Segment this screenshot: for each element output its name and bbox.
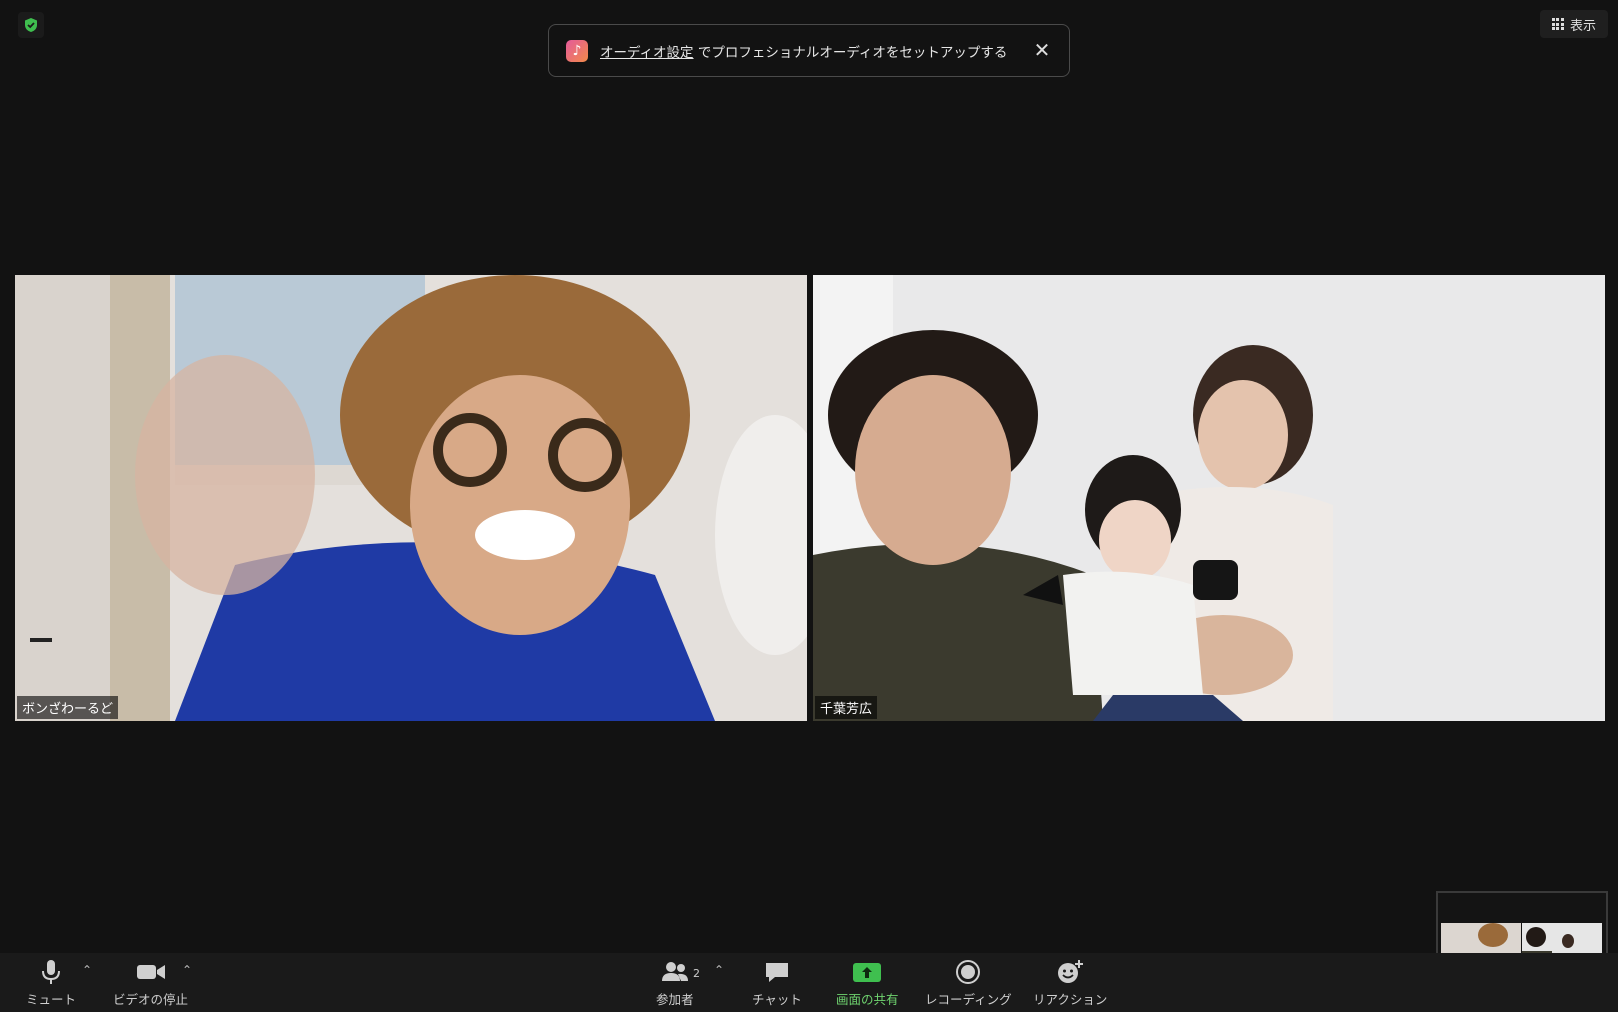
share-screen-label: 画面の共有 [836, 992, 899, 1007]
view-button[interactable]: 表示 [1539, 10, 1608, 38]
reactions-label: リアクション [1033, 992, 1108, 1007]
participant-name-1: ボンざわーるど [17, 696, 119, 719]
add-reaction-icon [1058, 960, 1084, 983]
participants-chevron-up-icon[interactable]: ⌃ [714, 963, 724, 977]
participants-count: 2 [693, 967, 700, 980]
record-button[interactable]: レコーディング [925, 959, 1012, 1008]
video-feed-1 [15, 275, 807, 721]
participants-icon [661, 962, 688, 981]
audio-settings-banner: ♪ オーディオ設定 でプロフェショナルオーディオをセットアップする ✕ [548, 24, 1070, 77]
chat-button[interactable]: チャット [752, 959, 802, 1008]
share-screen-button[interactable]: 画面の共有 [836, 959, 899, 1008]
video-tile-participant-1[interactable]: ボンざわーるど [15, 275, 807, 721]
close-icon[interactable]: ✕ [1031, 39, 1053, 61]
banner-text: でプロフェショナルオーディオをセットアップする [693, 44, 1008, 61]
meeting-toolbar: ミュート ⌃ ビデオの停止 ⌃ 参加者 2 ⌃ チャット 画面の共有 レコーディ… [0, 953, 1618, 1012]
view-label: 表示 [1569, 18, 1596, 34]
audio-settings-link[interactable]: オーディオ設定 [600, 45, 694, 61]
stop-video-button[interactable]: ビデオの停止 [113, 959, 188, 1008]
participants-button[interactable]: 参加者 [656, 959, 694, 1008]
video-tile-participant-2[interactable]: 千葉芳広 [813, 275, 1605, 721]
record-icon [956, 960, 981, 984]
video-feed-2 [813, 275, 1605, 721]
chat-icon [765, 963, 788, 982]
grid-icon [1551, 18, 1564, 30]
stop-video-label: ビデオの停止 [113, 992, 189, 1007]
banner-message: オーディオ設定 でプロフェショナルオーディオをセットアップする [600, 41, 1007, 61]
share-screen-icon [853, 963, 882, 982]
participants-label: 参加者 [656, 992, 694, 1007]
microphone-icon [42, 960, 60, 984]
record-label: レコーディング [925, 992, 1012, 1007]
participant-name-2: 千葉芳広 [815, 696, 878, 719]
reactions-button[interactable]: リアクション [1033, 959, 1107, 1008]
video-camera-icon [136, 965, 165, 979]
video-options-chevron-up-icon[interactable]: ⌃ [182, 963, 192, 977]
music-icon: ♪ [566, 39, 588, 62]
chat-label: チャット [752, 992, 802, 1007]
security-shield-icon[interactable] [18, 12, 44, 38]
audio-options-chevron-up-icon[interactable]: ⌃ [82, 963, 92, 977]
mute-label: ミュート [26, 992, 77, 1007]
mute-button[interactable]: ミュート [26, 959, 76, 1008]
